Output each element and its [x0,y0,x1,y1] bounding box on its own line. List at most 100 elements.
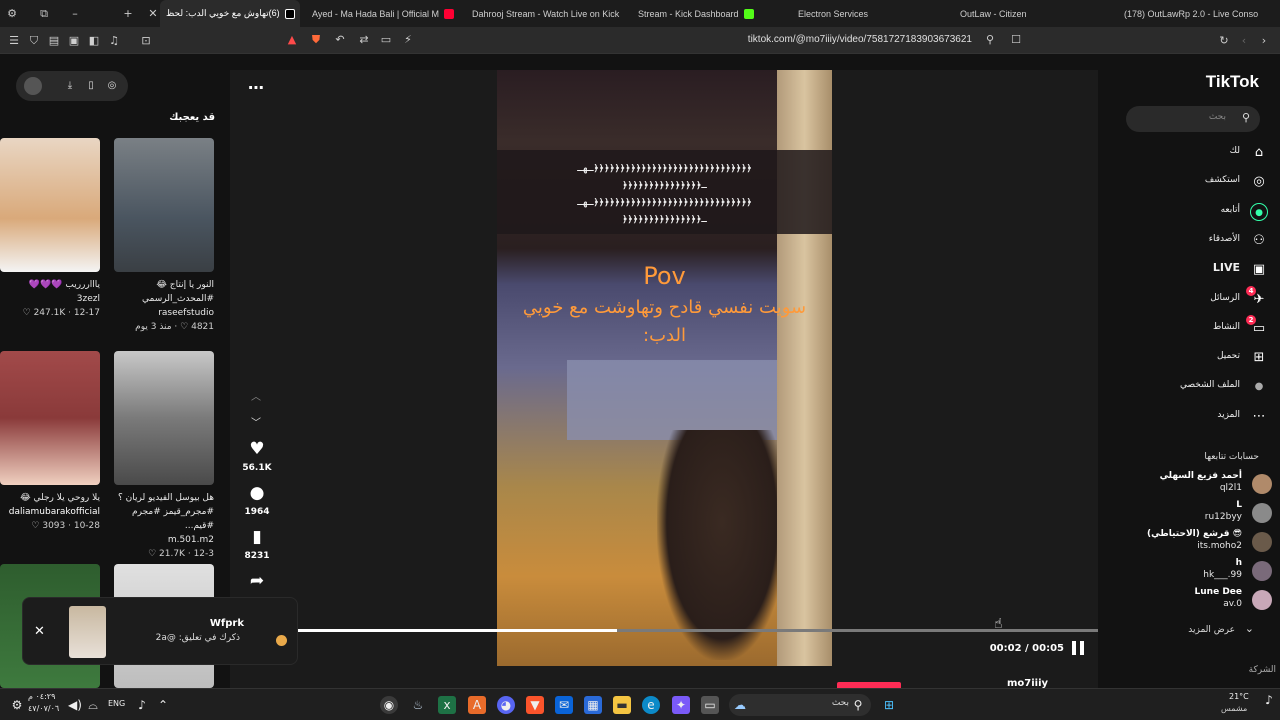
forward-arrow-icon[interactable]: › [1256,33,1272,49]
tab-outlaw-citizen[interactable]: OutLaw - Citizen [954,0,1084,27]
reload-icon[interactable]: ↻ [1216,33,1232,49]
phone-icon[interactable]: ▯ [83,78,99,94]
suggested-video-thumbnail[interactable] [114,138,214,272]
company-link[interactable]: الشركة [1249,665,1276,675]
suggested-video-card[interactable]: يلا روحي يلا رجلي 😂 daliamubarakofficial… [0,491,100,533]
suggested-video-thumbnail[interactable] [114,351,214,485]
obs-icon[interactable]: ◉ [380,696,398,714]
brave-rewards-icon[interactable]: ▲ [284,32,300,48]
following-account[interactable]: 😎 قرشع (الاحتياطي) its.moho2 [1112,529,1272,555]
restore-window-icon[interactable]: ⧉ [36,6,52,22]
shield-icon[interactable]: ⛉ [26,33,42,49]
pause-button[interactable] [1072,641,1084,655]
new-tab-icon[interactable]: + [120,6,136,22]
avatar[interactable] [1252,503,1272,523]
bookmark-icon[interactable]: ☐ [1008,32,1024,48]
chevron-down-icon[interactable]: ﹀ [251,414,261,429]
more-options-icon[interactable]: ⋯ [248,78,264,97]
video-author-handle[interactable]: mo7iiiy [1007,678,1048,688]
mic-icon[interactable]: ♪ [1260,691,1278,709]
following-account[interactable]: Lru12byy [1112,500,1272,526]
taskbar-search[interactable]: ☁ بحث ⚲ [729,694,871,716]
clock-time[interactable]: ٠٤:٢٩ م [28,692,55,701]
nav-item[interactable]: استكشف ◎ [1122,171,1272,193]
tab-electron-services[interactable]: Electron Services [792,0,922,27]
avatar[interactable] [1252,590,1272,610]
cast-icon[interactable]: ▭ [378,32,394,48]
chevron-down-icon[interactable]: ⌄ [1245,622,1254,635]
wallet-icon[interactable]: ▤ [46,33,62,49]
copilot-icon[interactable]: ✦ [672,696,690,714]
brave-icon[interactable]: ▼ [526,696,544,714]
compass-icon[interactable]: ◎ [104,78,120,94]
minimize-icon[interactable]: – [67,6,83,22]
weather-desc[interactable]: مشمس [1221,704,1247,713]
settings-icon[interactable]: ⚙ [8,696,26,714]
mail-icon[interactable]: ✉ [555,696,573,714]
network-icon[interactable]: ⌓ [84,696,102,714]
folder-icon[interactable]: ▬ [613,696,631,714]
tab-kick-stream[interactable]: Dahrooj Stream - Watch Live on Kick [466,0,624,27]
suggested-video-thumbnail[interactable] [0,138,100,272]
avatar[interactable] [1252,532,1272,552]
clock-date[interactable]: ٤٧/٠٧/٠٦ [28,704,59,713]
tab-outlaw-console[interactable]: (178) OutLawRp 2.0 - Live Console [1118,0,1258,27]
search-input[interactable]: بحث ⚲ [1126,106,1260,132]
avatar[interactable] [24,77,42,95]
suggested-video-card[interactable]: هل بيوسل الفيديو لريان ؟ #مجرم_قيمز #مجر… [104,491,214,561]
excel-icon[interactable]: x [438,696,456,714]
close-icon[interactable]: ✕ [34,624,45,639]
suggested-video-card[interactable]: النور يا إنتاج 😂 #المحدث_الرسمي raseefst… [104,278,214,334]
nav-item[interactable]: الرسائل ✈ 4 [1122,285,1272,311]
brave-shield-icon[interactable]: ⛊ [308,32,324,48]
microphone-icon[interactable]: ♪ [133,696,151,714]
tab-youtube[interactable]: Ayed - Ma Hada Bali | Official M [306,0,458,27]
nav-item[interactable]: أتابعه ● [1122,201,1272,223]
suggested-video-thumbnail[interactable] [0,351,100,485]
site-settings-icon[interactable]: ⚲ [982,32,998,48]
chevron-up-icon[interactable]: ︿ [251,388,261,403]
tiktok-logo[interactable]: TikTok [1206,72,1259,92]
tab-tiktok-video[interactable]: (6)تهاوش مع خويي الدب: لحظ [160,0,300,27]
app-menu-icon[interactable]: ⚙ [4,6,20,22]
following-account[interactable]: أحمد فزيع السهلي ql2l1 [1112,471,1272,497]
menu-icon[interactable]: ☰ [6,33,22,49]
steam-icon[interactable]: ♨ [409,696,427,714]
extensions-icon[interactable]: ⚡ [400,32,416,48]
following-account[interactable]: Lune Dee av.0 [1112,587,1272,613]
edge-icon[interactable]: e [642,696,660,714]
sidebar-icon[interactable]: ◧ [86,33,102,49]
nav-item[interactable]: لك ⌂ [1122,142,1272,164]
avatar[interactable] [1252,561,1272,581]
tabs-icon[interactable]: ▣ [66,33,82,49]
taskview-icon[interactable]: ▭ [701,696,719,714]
translate-icon[interactable]: ⇄ [356,32,372,48]
discord-icon[interactable]: ◕ [497,696,515,714]
tray-chevron-icon[interactable]: ⌃ [154,696,172,714]
screenshot-icon[interactable]: ⊡ [138,33,154,49]
search-icon[interactable]: ⚲ [1242,111,1250,124]
nav-item[interactable]: LIVE ▣ [1122,259,1272,281]
nav-item[interactable]: المزيد ⋯ [1122,406,1272,428]
input-language[interactable]: ENG [108,699,125,708]
download-icon[interactable]: ⤓ [62,78,78,94]
suggested-video-card[interactable]: ياااررريب 💜💜💜 3zezl 12-17 · 247.1K ♡ [0,278,100,320]
url-text[interactable]: tiktok.com/@mo7iiiy/video/75817271839036… [748,34,972,45]
back-icon[interactable]: ↶ [332,32,348,48]
tab-kick-dashboard[interactable]: Stream - Kick Dashboard [632,0,782,27]
like-button[interactable]: ♥ 56.1K [240,439,274,473]
avatar[interactable] [1252,474,1272,494]
mention-notification-toast[interactable]: ✕ Wfprk ذكرك في تعليق: @2a [22,597,298,665]
address-bar[interactable]: ▲ ⛊ ↶ ⇄ ▭ ⚡ tiktok.com/@mo7iiiy/video/75… [284,30,1024,51]
nav-item[interactable]: الأصدقاء ⚇ [1122,230,1272,252]
app-icon[interactable]: A [468,696,486,714]
save-button[interactable]: ▮ 8231 [240,527,274,561]
show-more-link[interactable]: عرض المزيد [1188,625,1235,635]
following-account[interactable]: h hk___.99 [1112,558,1272,584]
notification-thumbnail[interactable] [69,606,106,658]
windows-start-icon[interactable]: ⊞ [880,696,898,714]
nav-item[interactable]: تحميل ⊞ [1122,347,1272,369]
store-icon[interactable]: ▦ [584,696,602,714]
back-arrow-icon[interactable]: ‹ [1236,33,1252,49]
nav-item[interactable]: الملف الشخصي ● [1122,376,1272,398]
